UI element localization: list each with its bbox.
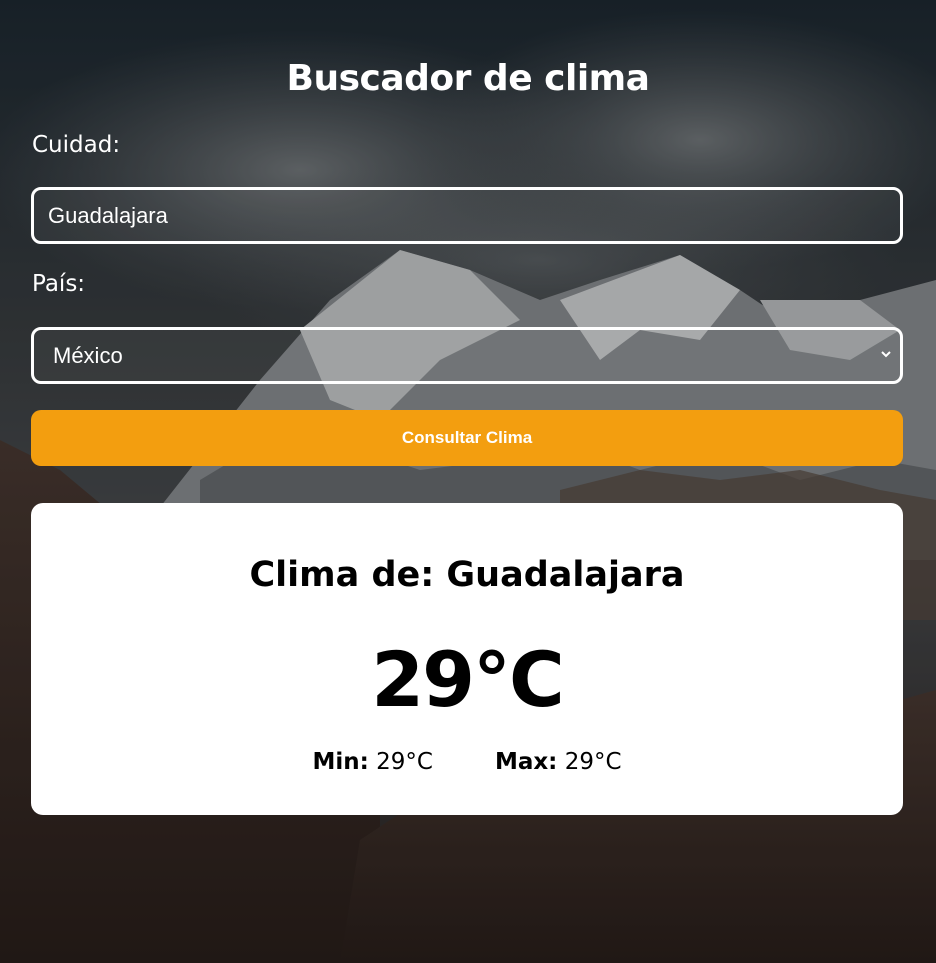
max-label: Max: bbox=[494, 749, 558, 775]
current-temperature: 29°C bbox=[371, 635, 565, 724]
city-label: Cuidad: bbox=[32, 132, 121, 158]
country-select[interactable]: México bbox=[31, 327, 903, 384]
min-temperature: Min: 29°C bbox=[312, 749, 432, 775]
weather-result-card: Clima de: Guadalajara 29°C Min: 29°C Max… bbox=[31, 503, 903, 815]
background-image bbox=[0, 0, 936, 963]
city-input[interactable] bbox=[31, 187, 903, 244]
country-label: País: bbox=[32, 271, 86, 297]
min-label: Min: bbox=[312, 749, 369, 775]
result-title: Clima de: Guadalajara bbox=[249, 555, 685, 595]
min-max-row: Min: 29°C Max: 29°C bbox=[31, 749, 903, 775]
chevron-down-icon[interactable] bbox=[879, 347, 893, 361]
country-select-value[interactable]: México bbox=[31, 327, 903, 384]
consult-weather-button[interactable]: Consultar Clima bbox=[31, 410, 903, 466]
min-value: 29°C bbox=[376, 749, 433, 775]
max-temperature: Max: 29°C bbox=[495, 749, 622, 775]
page-title: Buscador de clima bbox=[286, 58, 650, 99]
max-value: 29°C bbox=[564, 749, 622, 775]
